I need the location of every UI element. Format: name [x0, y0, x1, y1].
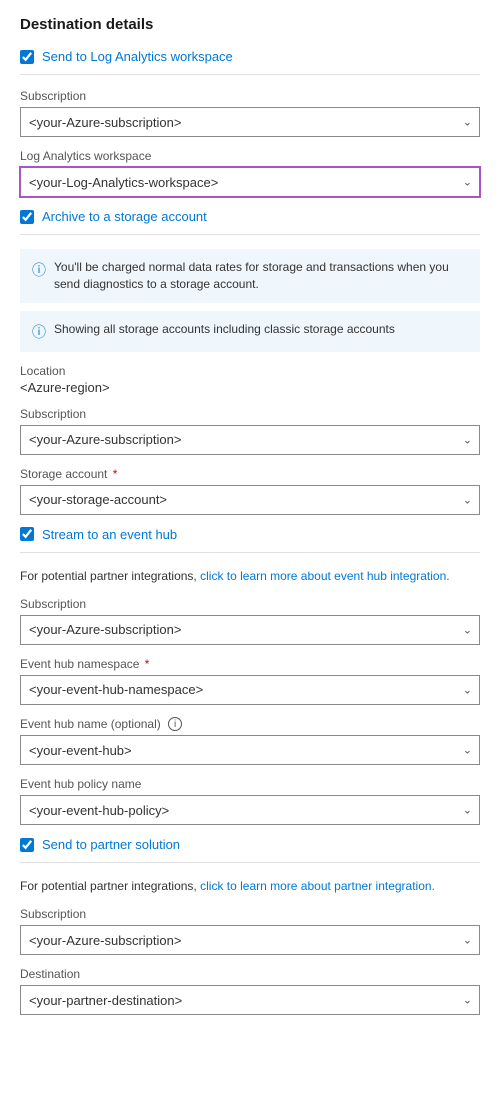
partner-solution-link[interactable]: click to learn more about partner integr… [200, 879, 435, 893]
storage-account-select[interactable]: <your-storage-account> [20, 485, 480, 515]
eventhub-name-group: Event hub name (optional) i <your-event-… [20, 717, 480, 766]
eventhub-namespace-select[interactable]: <your-event-hub-namespace> [20, 675, 480, 705]
info-box-charge: ⓘ You'll be charged normal data rates fo… [20, 249, 480, 303]
log-analytics-workspace-group: Log Analytics workspace <your-Log-Analyt… [20, 149, 480, 197]
storage-account-required: * [109, 467, 117, 481]
location-group: Location <Azure-region> [20, 364, 480, 395]
eventhub-namespace-required: * [141, 657, 149, 671]
storage-account-wrapper: <your-storage-account> ⌄ [20, 485, 480, 515]
eventhub-subscription-label: Subscription [20, 597, 480, 611]
partner-destination-group: Destination <your-partner-destination> ⌄ [20, 967, 480, 1015]
archive-storage-checkbox[interactable] [20, 210, 34, 224]
eventhub-policy-group: Event hub policy name <your-event-hub-po… [20, 777, 480, 825]
event-hub-checkbox[interactable] [20, 527, 34, 541]
divider-3 [20, 552, 480, 553]
divider-4 [20, 862, 480, 863]
eventhub-namespace-group: Event hub namespace * <your-event-hub-na… [20, 657, 480, 705]
storage-subscription-group: Subscription <your-Azure-subscription> ⌄ [20, 407, 480, 455]
divider-1 [20, 74, 480, 75]
eventhub-name-label: Event hub name (optional) i [20, 717, 480, 732]
location-value: <Azure-region> [20, 380, 480, 395]
event-hub-label: Stream to an event hub [42, 527, 177, 542]
storage-subscription-wrapper: <your-Azure-subscription> ⌄ [20, 425, 480, 455]
eventhub-name-info-icon[interactable]: i [168, 717, 182, 731]
eventhub-name-select[interactable]: <your-event-hub> [20, 735, 480, 765]
event-hub-checkbox-row: Stream to an event hub [20, 527, 480, 542]
log-analytics-subscription-group: Subscription <your-Azure-subscription> ⌄ [20, 89, 480, 137]
log-analytics-subscription-select[interactable]: <your-Azure-subscription> [20, 107, 480, 137]
storage-subscription-select[interactable]: <your-Azure-subscription> [20, 425, 480, 455]
eventhub-policy-select[interactable]: <your-event-hub-policy> [20, 795, 480, 825]
partner-subscription-group: Subscription <your-Azure-subscription> ⌄ [20, 907, 480, 955]
storage-subscription-label: Subscription [20, 407, 480, 421]
eventhub-name-wrapper: <your-event-hub> ⌄ [20, 735, 480, 765]
event-hub-integration-link[interactable]: click to learn more about event hub inte… [200, 569, 449, 583]
eventhub-namespace-label: Event hub namespace * [20, 657, 480, 671]
log-analytics-checkbox[interactable] [20, 50, 34, 64]
page-title: Destination details [20, 16, 480, 33]
log-analytics-workspace-label: Log Analytics workspace [20, 149, 480, 163]
eventhub-policy-wrapper: <your-event-hub-policy> ⌄ [20, 795, 480, 825]
info-icon-charge: ⓘ [32, 260, 46, 280]
eventhub-subscription-wrapper: <your-Azure-subscription> ⌄ [20, 615, 480, 645]
log-analytics-subscription-label: Subscription [20, 89, 480, 103]
eventhub-subscription-select[interactable]: <your-Azure-subscription> [20, 615, 480, 645]
eventhub-namespace-wrapper: <your-event-hub-namespace> ⌄ [20, 675, 480, 705]
partner-solution-checkbox[interactable] [20, 838, 34, 852]
partner-subscription-wrapper: <your-Azure-subscription> ⌄ [20, 925, 480, 955]
storage-account-group: Storage account * <your-storage-account>… [20, 467, 480, 515]
partner-subscription-select[interactable]: <your-Azure-subscription> [20, 925, 480, 955]
log-analytics-checkbox-row: Send to Log Analytics workspace [20, 49, 480, 64]
info-text-showing: Showing all storage accounts including c… [54, 321, 395, 338]
partner-subscription-label: Subscription [20, 907, 480, 921]
eventhub-policy-label: Event hub policy name [20, 777, 480, 791]
partner-solution-label: Send to partner solution [42, 837, 180, 852]
location-label: Location [20, 364, 480, 378]
info-text-charge: You'll be charged normal data rates for … [54, 259, 468, 293]
archive-storage-checkbox-row: Archive to a storage account [20, 209, 480, 224]
log-analytics-subscription-wrapper: <your-Azure-subscription> ⌄ [20, 107, 480, 137]
partner-solution-checkbox-row: Send to partner solution [20, 837, 480, 852]
partner-destination-label: Destination [20, 967, 480, 981]
partner-solution-info: For potential partner integrations, clic… [20, 877, 480, 895]
storage-account-label: Storage account * [20, 467, 480, 481]
log-analytics-label: Send to Log Analytics workspace [42, 49, 233, 64]
archive-storage-label: Archive to a storage account [42, 209, 207, 224]
partner-destination-select[interactable]: <your-partner-destination> [20, 985, 480, 1015]
divider-2 [20, 234, 480, 235]
info-icon-showing: ⓘ [32, 322, 46, 342]
event-hub-partner-info: For potential partner integrations, clic… [20, 567, 480, 585]
info-boxes-container: ⓘ You'll be charged normal data rates fo… [20, 249, 480, 352]
info-box-showing: ⓘ Showing all storage accounts including… [20, 311, 480, 352]
eventhub-subscription-group: Subscription <your-Azure-subscription> ⌄ [20, 597, 480, 645]
log-analytics-workspace-select[interactable]: <your-Log-Analytics-workspace> [20, 167, 480, 197]
partner-destination-wrapper: <your-partner-destination> ⌄ [20, 985, 480, 1015]
log-analytics-workspace-wrapper: <your-Log-Analytics-workspace> ⌄ [20, 167, 480, 197]
